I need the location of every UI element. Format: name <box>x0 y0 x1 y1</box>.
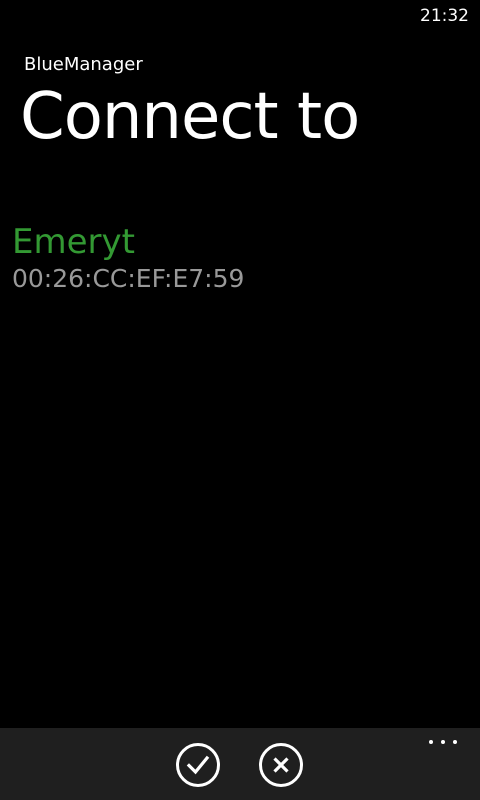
app-name: BlueManager <box>24 54 143 75</box>
status-clock: 21:32 <box>420 6 469 26</box>
cancel-button[interactable] <box>259 743 303 787</box>
device-address: 00:26:CC:EF:E7:59 <box>12 264 245 293</box>
ellipsis-dot <box>453 740 457 744</box>
ellipsis-dot <box>441 740 445 744</box>
check-icon <box>186 755 210 775</box>
confirm-button[interactable] <box>176 743 220 787</box>
page-title: Connect to <box>20 80 360 154</box>
ellipsis-dot <box>429 740 433 744</box>
app-bar <box>0 728 480 800</box>
device-list: Emeryt 00:26:CC:EF:E7:59 <box>12 222 468 296</box>
close-icon <box>273 757 289 773</box>
ellipsis-icon[interactable] <box>428 736 458 750</box>
device-name: Emeryt <box>12 222 135 262</box>
device-list-item[interactable]: Emeryt 00:26:CC:EF:E7:59 <box>12 222 468 296</box>
status-bar: 21:32 <box>0 0 480 32</box>
